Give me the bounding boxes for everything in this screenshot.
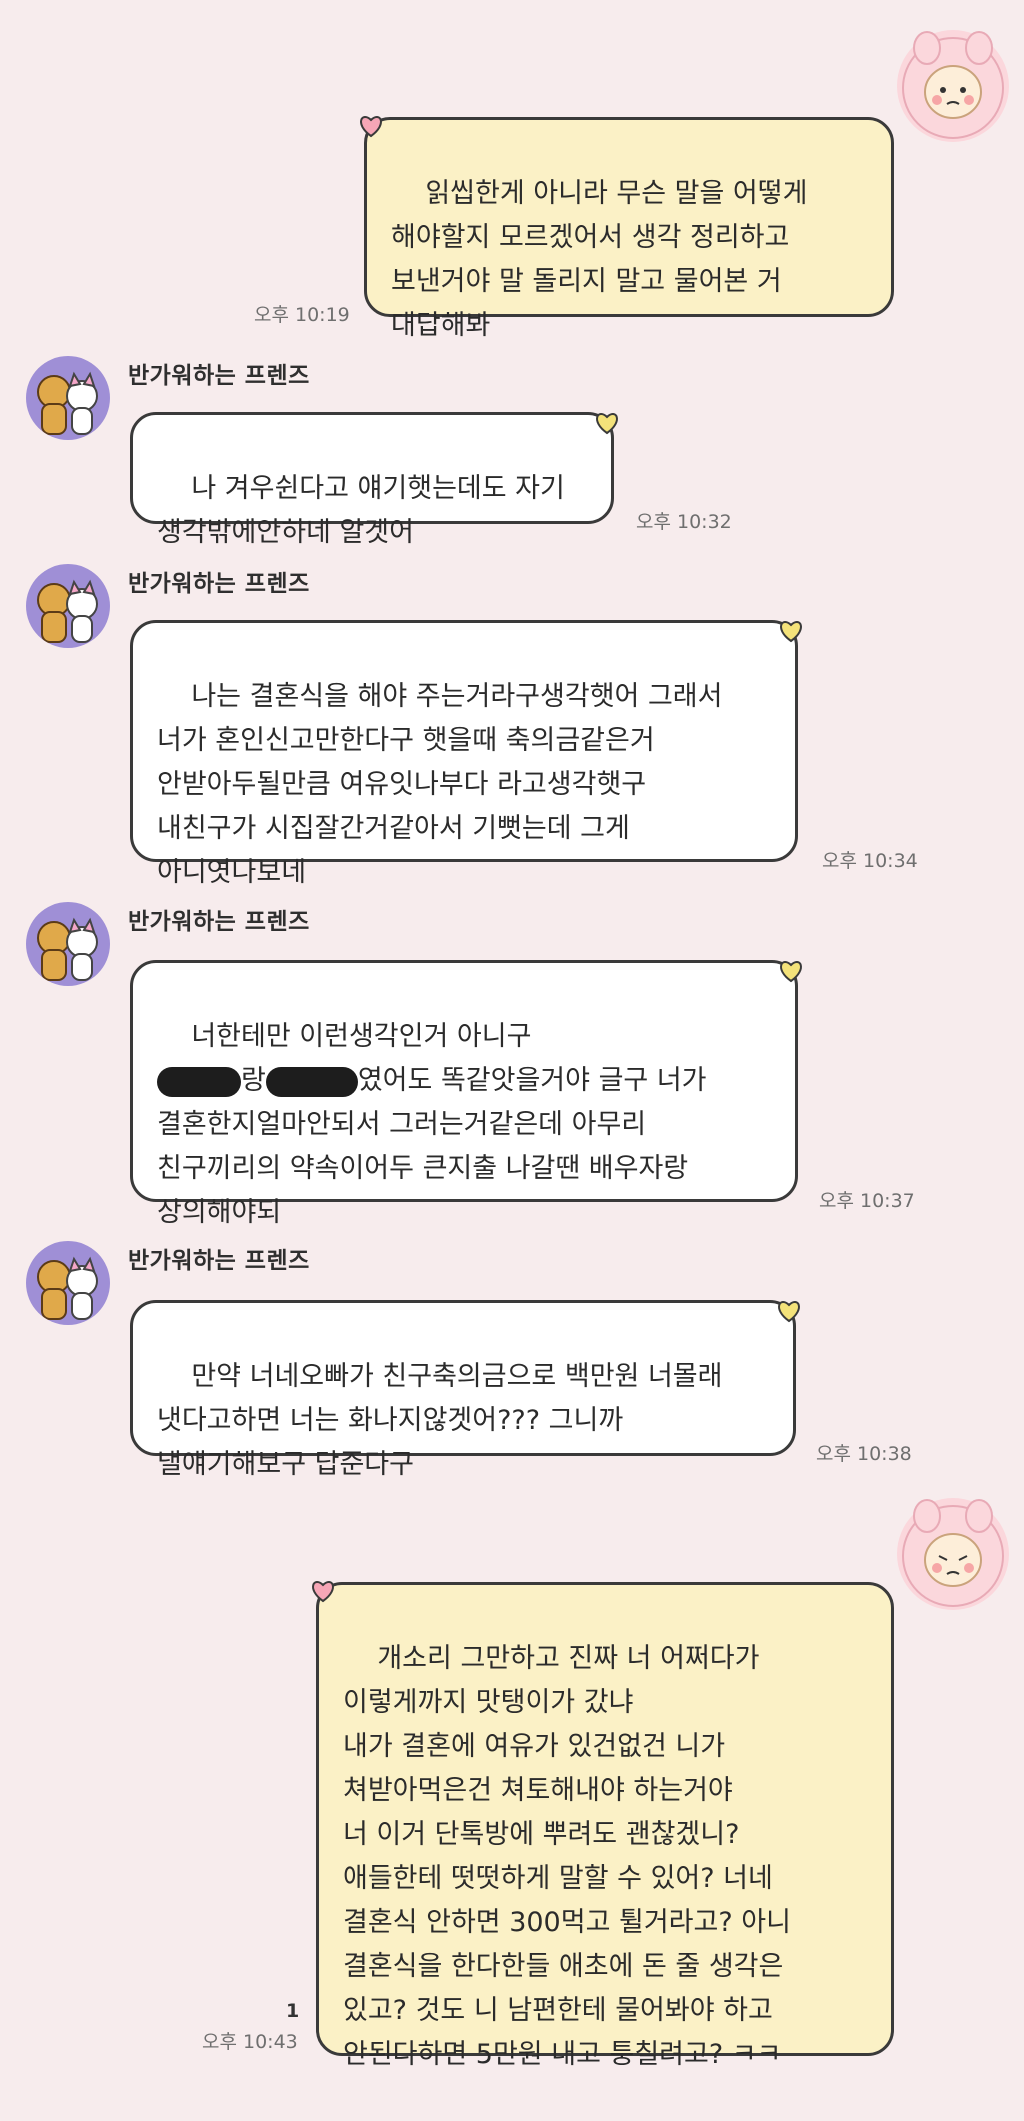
my-avatar[interactable]	[897, 30, 1009, 142]
friend-avatar[interactable]	[26, 1241, 110, 1325]
message-text: 너한테만 이런생각인거 아니구 랑 였어도 똑같앗을거야 글구 너가 결혼한지얼마…	[157, 1021, 707, 1228]
message-text: 나 겨우쉰다고 얘기햇는데도 자기 생각밖에안하네 알겟어	[157, 473, 565, 548]
message-text-line: 결혼한지얼마안되서 그러는거같은데 아무리 친구끼리의 약속이어두 큰지출 나갈…	[157, 1109, 689, 1228]
message-text: 읽씹한게 아니라 무슨 말을 어떻게 해야할지 모르겠어서 생각 정리하고 보낸…	[391, 178, 808, 341]
sender-name: 반가워하는 프렌즈	[128, 1248, 310, 1274]
message-time: 오후 10:32	[636, 511, 732, 533]
message-text-fragment: 였어도 똑같앗을거야 글구 너가	[357, 1065, 707, 1096]
message-bubble[interactable]: 만약 너네오빠가 친구축의금으로 백만원 너몰래 냇다고하면 너는 화나지않겟어…	[130, 1300, 796, 1480]
heart-icon	[596, 413, 618, 435]
sender-name: 반가워하는 프렌즈	[128, 363, 310, 389]
message-text-fragment: 랑	[241, 1065, 266, 1096]
message-time: 오후 10:19	[254, 304, 350, 326]
message-time: 오후 10:43	[202, 2031, 298, 2053]
message-bubble[interactable]: 읽씹한게 아니라 무슨 말을 어떻게 해야할지 모르겠어서 생각 정리하고 보낸…	[364, 117, 894, 341]
friends-avatar-icon	[37, 1256, 98, 1320]
heart-icon	[778, 1301, 800, 1323]
message-text: 나는 결혼식을 해야 주는거라구생각햇어 그래서 너가 혼인신고만한다구 햇을때…	[157, 681, 723, 888]
redacted-name	[265, 1066, 358, 1097]
friend-avatar[interactable]	[26, 356, 110, 440]
friends-avatar-icon	[37, 579, 98, 643]
chat-room: 읽씹한게 아니라 무슨 말을 어떻게 해야할지 모르겠어서 생각 정리하고 보낸…	[0, 0, 1024, 2070]
message-bubble[interactable]: 나 겨우쉰다고 얘기햇는데도 자기 생각밖에안하네 알겟어	[130, 412, 614, 548]
sender-name: 반가워하는 프렌즈	[128, 571, 310, 597]
pink-bunny-avatar-icon	[902, 31, 1004, 139]
pink-bunny-avatar-icon	[902, 1499, 1004, 1607]
message-time: 오후 10:38	[816, 1443, 912, 1465]
friend-avatar[interactable]	[26, 902, 110, 986]
sender-name: 반가워하는 프렌즈	[128, 909, 310, 935]
message-bubble[interactable]: 너한테만 이런생각인거 아니구 랑 였어도 똑같앗을거야 글구 너가 결혼한지얼마…	[130, 960, 798, 1228]
friends-avatar-icon	[37, 371, 98, 435]
heart-icon	[780, 621, 802, 643]
message-bubble[interactable]: 개소리 그만하고 진짜 너 어쩌다가 이렇게까지 맛탱이가 갔냐 내가 결혼에 …	[316, 1582, 894, 2070]
message-bubble[interactable]: 나는 결혼식을 해야 주는거라구생각햇어 그래서 너가 혼인신고만한다구 햇을때…	[130, 620, 798, 888]
message-time: 오후 10:37	[819, 1190, 915, 1212]
my-avatar[interactable]	[897, 1498, 1009, 1610]
redacted-name	[157, 1066, 241, 1097]
message-text-line: 너한테만 이런생각인거 아니구	[191, 1021, 532, 1052]
message-text: 만약 너네오빠가 친구축의금으로 백만원 너몰래 냇다고하면 너는 화나지않겟어…	[157, 1361, 723, 1480]
unread-count: 1	[286, 2000, 300, 2022]
heart-icon	[360, 116, 382, 138]
heart-icon	[780, 961, 802, 983]
friends-avatar-icon	[37, 917, 98, 981]
heart-icon	[312, 1581, 334, 1603]
message-time: 오후 10:34	[822, 850, 918, 872]
message-text: 개소리 그만하고 진짜 너 어쩌다가 이렇게까지 맛탱이가 갔냐 내가 결혼에 …	[343, 1643, 791, 2070]
friend-avatar[interactable]	[26, 564, 110, 648]
